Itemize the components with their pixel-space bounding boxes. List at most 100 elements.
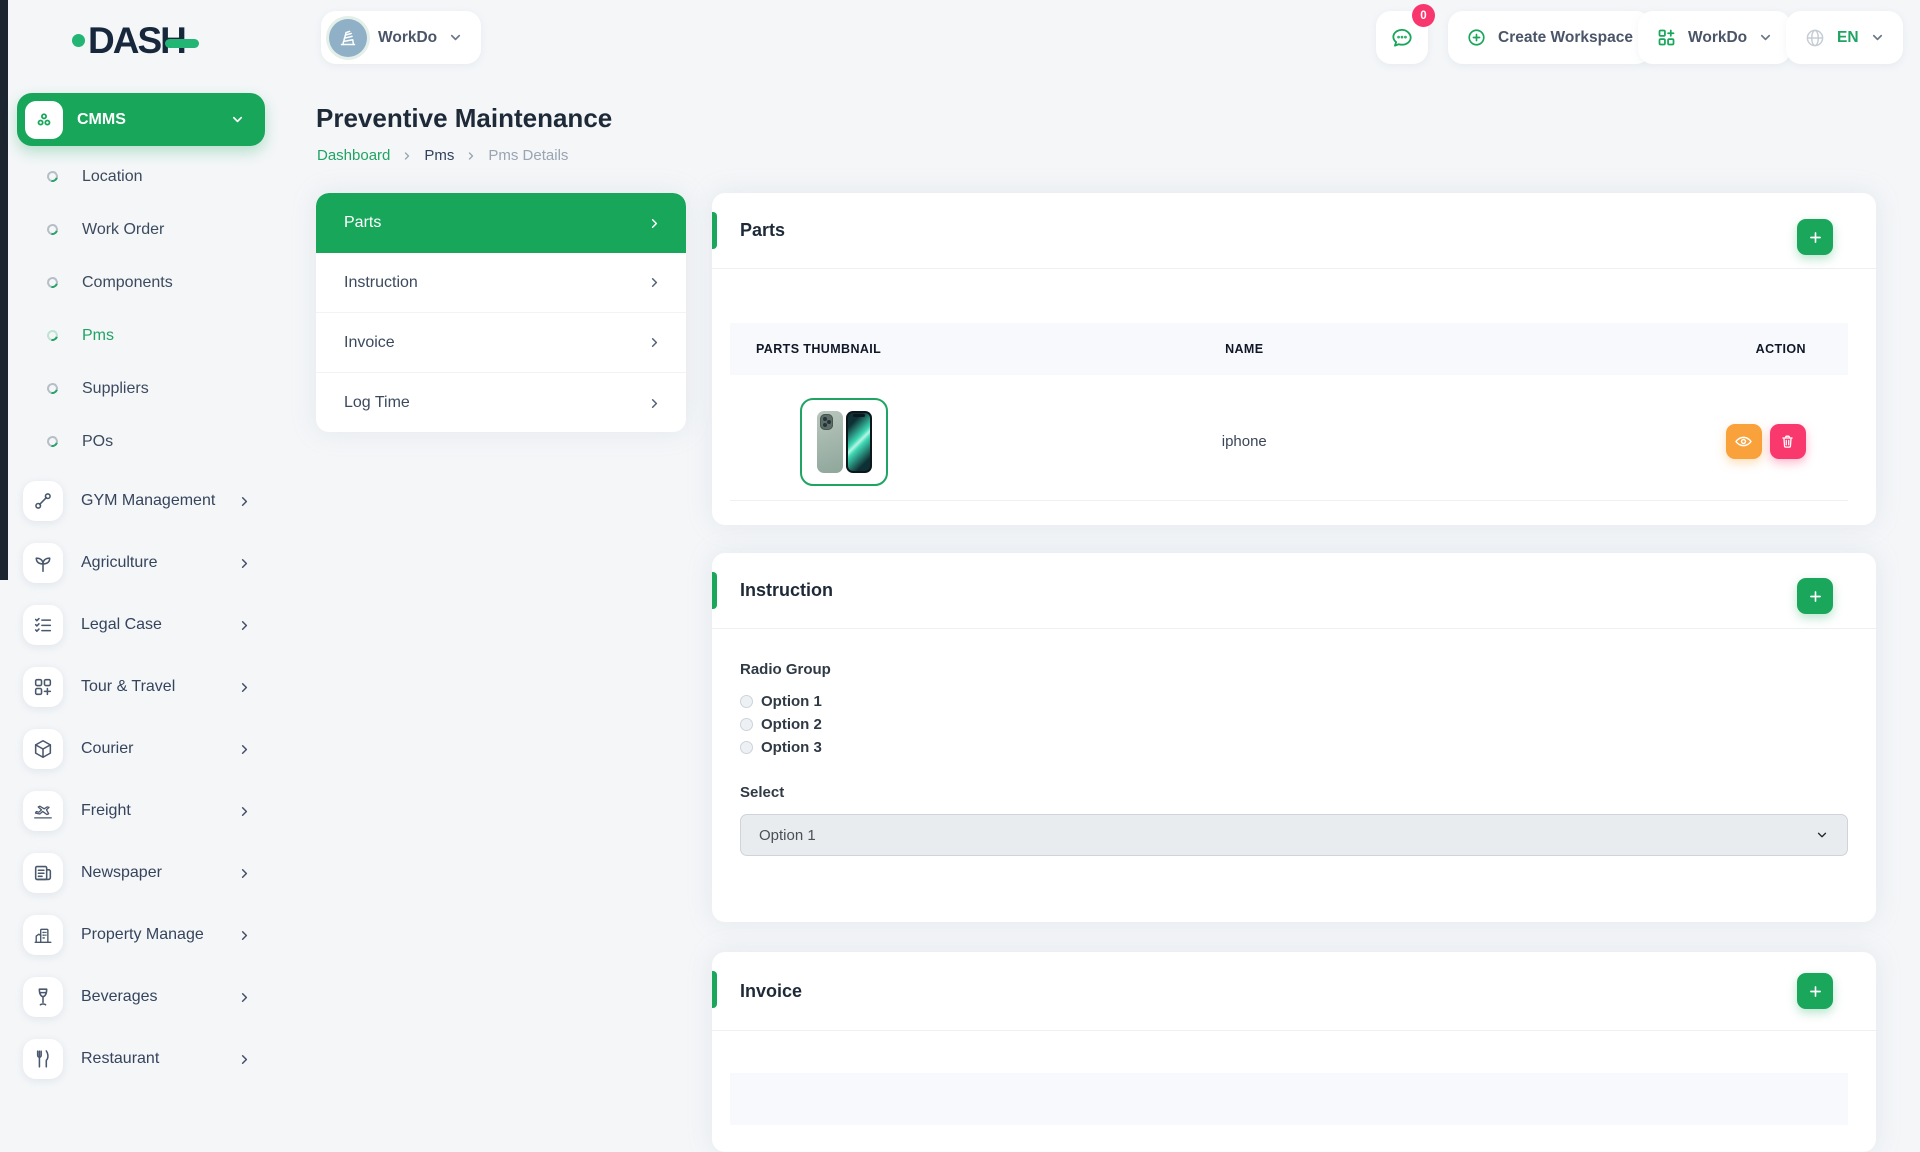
chevron-right-icon xyxy=(237,990,252,1005)
delete-part-button[interactable] xyxy=(1770,424,1806,459)
chevron-right-icon xyxy=(237,742,252,757)
card-accent-bar xyxy=(712,212,717,249)
select-label: Select xyxy=(740,784,1848,801)
sidebar-module-beverages[interactable]: Beverages xyxy=(0,966,284,1028)
chevron-right-icon xyxy=(237,1052,252,1067)
chevron-right-icon xyxy=(237,928,252,943)
sidebar-module-legal-case[interactable]: Legal Case xyxy=(0,594,284,656)
radio-option-option-2[interactable]: Option 2 xyxy=(740,713,1848,736)
globe-icon xyxy=(1804,27,1826,49)
workspace-switcher[interactable]: WorkDo xyxy=(321,11,481,64)
sidebar-item-work-order[interactable]: Work Order xyxy=(0,203,284,256)
sidebar-item-suppliers[interactable]: Suppliers xyxy=(0,362,284,415)
sidebar-modules: GYM Management Agriculture Legal Case To… xyxy=(0,470,284,1090)
breadcrumb-separator-icon xyxy=(401,150,413,162)
dash-logo[interactable]: DASH xyxy=(72,22,199,59)
sidebar-module-freight[interactable]: Freight xyxy=(0,780,284,842)
divider xyxy=(712,1030,1876,1031)
chevron-down-icon xyxy=(1870,30,1885,45)
chevron-right-icon xyxy=(647,216,662,231)
tab-instruction[interactable]: Instruction xyxy=(316,253,686,313)
invoice-section-card: Invoice xyxy=(712,952,1876,1152)
view-part-button[interactable] xyxy=(1726,424,1762,459)
radio-group: Option 1 Option 2 Option 3 xyxy=(740,690,1848,759)
sidebar-item-location[interactable]: Location xyxy=(0,150,284,203)
instruction-select[interactable]: Option 1 xyxy=(740,814,1848,856)
sidebar-module-agriculture[interactable]: Agriculture xyxy=(0,532,284,594)
donut-dot-icon xyxy=(45,169,60,184)
sidebar-module-tour-travel[interactable]: Tour & Travel xyxy=(0,656,284,718)
cmms-circles-icon xyxy=(33,109,55,131)
sidebar-sub-items: Location Work Order Components Pms Suppl… xyxy=(0,150,284,468)
create-workspace-button[interactable]: Create Workspace xyxy=(1448,11,1651,64)
trash-icon xyxy=(1779,433,1796,450)
radio-option-option-3[interactable]: Option 3 xyxy=(740,736,1848,759)
cmms-label: CMMS xyxy=(77,111,126,129)
chat-button[interactable]: 0 xyxy=(1376,11,1428,64)
column-header-thumbnail: PARTS THUMBNAIL xyxy=(730,342,1065,356)
breadcrumb-dashboard[interactable]: Dashboard xyxy=(317,147,390,164)
create-workspace-label: Create Workspace xyxy=(1498,29,1633,47)
plus-icon xyxy=(1807,229,1824,246)
sidebar-module-courier[interactable]: Courier xyxy=(0,718,284,780)
sidebar-module-property-manage[interactable]: Property Manage xyxy=(0,904,284,966)
parts-section-card: Parts PARTS THUMBNAIL NAME ACTION iphone xyxy=(712,193,1876,525)
language-code: EN xyxy=(1837,29,1859,47)
chevron-right-icon xyxy=(237,556,252,571)
building-icon xyxy=(23,915,63,955)
invoice-section-title: Invoice xyxy=(740,981,802,1002)
tab-parts[interactable]: Parts xyxy=(316,193,686,253)
breadcrumb-pms[interactable]: Pms xyxy=(424,147,454,164)
divider xyxy=(730,500,1848,501)
chevron-right-icon xyxy=(237,618,252,633)
logo-accent-bar xyxy=(165,39,199,48)
sidebar-item-components[interactable]: Components xyxy=(0,256,284,309)
part-thumbnail-iphone[interactable] xyxy=(800,398,888,486)
chevron-down-icon xyxy=(230,112,245,127)
sidebar-module-restaurant[interactable]: Restaurant xyxy=(0,1028,284,1090)
dumbbell-icon xyxy=(23,481,63,521)
chat-bubble-icon xyxy=(1389,25,1415,51)
sidebar-module-selector-cmms[interactable]: CMMS xyxy=(17,93,265,146)
radio-circle-icon[interactable] xyxy=(740,718,753,731)
wine-glass-icon xyxy=(23,977,63,1017)
invoice-table-header xyxy=(730,1073,1848,1125)
sidebar-module-gym-management[interactable]: GYM Management xyxy=(0,470,284,532)
parts-section-title: Parts xyxy=(740,220,785,241)
sidebar-module-newspaper[interactable]: Newspaper xyxy=(0,842,284,904)
sidebar-item-pos[interactable]: POs xyxy=(0,415,284,468)
iphone-front-image xyxy=(846,411,872,473)
building-avatar-icon xyxy=(336,26,360,50)
plus-icon xyxy=(1807,983,1824,1000)
breadcrumb: Dashboard Pms Pms Details xyxy=(317,147,568,164)
app-menu-button[interactable]: WorkDo xyxy=(1638,11,1791,64)
tab-log-time[interactable]: Log Time xyxy=(316,373,686,432)
radio-circle-icon[interactable] xyxy=(740,695,753,708)
donut-dot-icon xyxy=(45,275,60,290)
radio-group-label: Radio Group xyxy=(740,661,1848,678)
instruction-section-card: Instruction Radio Group Option 1 Option … xyxy=(712,553,1876,922)
breadcrumb-pms-details: Pms Details xyxy=(488,147,568,164)
plus-icon xyxy=(1807,588,1824,605)
add-invoice-button[interactable] xyxy=(1797,973,1833,1009)
donut-dot-icon xyxy=(45,381,60,396)
plane-icon xyxy=(23,791,63,831)
radio-circle-icon[interactable] xyxy=(740,741,753,754)
tab-invoice[interactable]: Invoice xyxy=(316,313,686,373)
instruction-section-title: Instruction xyxy=(740,580,833,601)
package-icon xyxy=(23,729,63,769)
add-instruction-button[interactable] xyxy=(1797,578,1833,614)
part-name: iphone xyxy=(1065,433,1423,450)
radio-option-option-1[interactable]: Option 1 xyxy=(740,690,1848,713)
language-selector[interactable]: EN xyxy=(1786,11,1903,64)
donut-dot-icon xyxy=(45,434,60,449)
add-part-button[interactable] xyxy=(1797,219,1833,255)
column-header-action: ACTION xyxy=(1423,342,1848,356)
sidebar-item-pms[interactable]: Pms xyxy=(0,309,284,362)
breadcrumb-separator-icon xyxy=(465,150,477,162)
select-value: Option 1 xyxy=(759,827,816,844)
cutlery-icon xyxy=(23,1039,63,1079)
grid-plus-icon xyxy=(23,667,63,707)
chevron-right-icon xyxy=(647,275,662,290)
chevron-right-icon xyxy=(237,866,252,881)
